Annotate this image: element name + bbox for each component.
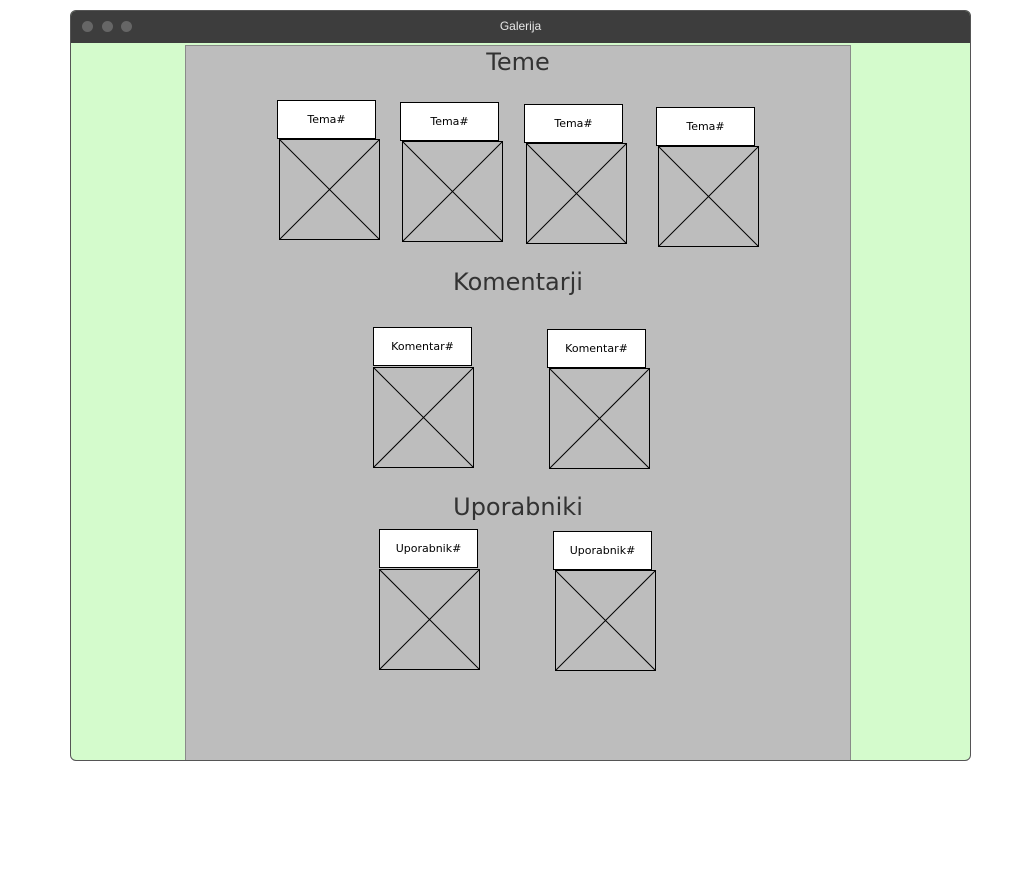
title-bar: Galerija [71,11,970,43]
section-heading-topics: Teme [486,48,550,76]
section-heading-comments: Komentarji [453,268,583,296]
browser-window: Galerija Teme Tema# Tema# Tema# Tema# Ko… [70,10,971,761]
image-placeholder-icon[interactable] [658,146,759,247]
topic-label[interactable]: Tema# [277,100,376,139]
comment-label[interactable]: Komentar# [547,329,646,368]
image-placeholder-icon[interactable] [402,141,503,242]
image-placeholder-icon[interactable] [379,569,480,670]
image-placeholder-icon[interactable] [279,139,380,240]
topic-label[interactable]: Tema# [524,104,623,143]
image-placeholder-icon[interactable] [549,368,650,469]
section-heading-users: Uporabniki [453,493,583,521]
gallery-content: Teme Tema# Tema# Tema# Tema# Komentarji … [185,45,851,760]
user-label[interactable]: Uporabnik# [379,529,478,568]
image-placeholder-icon[interactable] [373,367,474,468]
topic-label[interactable]: Tema# [656,107,755,146]
topic-label[interactable]: Tema# [400,102,499,141]
comment-label[interactable]: Komentar# [373,327,472,366]
image-placeholder-icon[interactable] [555,570,656,671]
image-placeholder-icon[interactable] [526,143,627,244]
user-label[interactable]: Uporabnik# [553,531,652,570]
window-title: Galerija [499,19,542,33]
